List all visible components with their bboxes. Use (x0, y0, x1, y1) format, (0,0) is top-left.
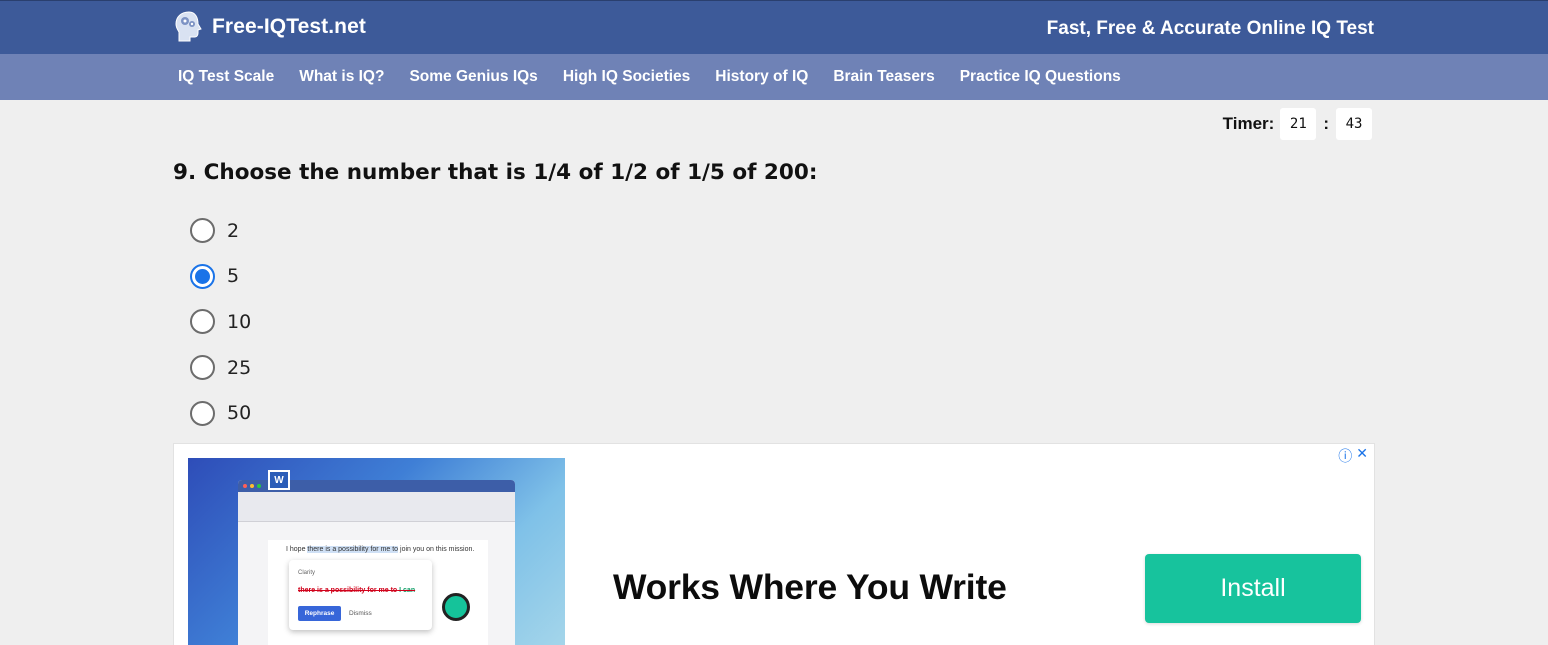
popup-suggestion: there is a possibility for me to I can (298, 587, 416, 594)
site-name[interactable]: Free-IQTest.net (212, 15, 366, 39)
popup-rephrase-button: Rephrase (298, 606, 341, 621)
site-header: Free-IQTest.net Fast, Free & Accurate On… (0, 0, 1548, 54)
answer-label[interactable]: 2 (227, 220, 239, 242)
nav-high-iq-societies[interactable]: High IQ Societies (563, 68, 690, 86)
main-nav: IQ Test Scale What is IQ? Some Genius IQ… (0, 54, 1548, 100)
answer-option[interactable]: 50 (190, 390, 251, 436)
answer-label[interactable]: 10 (227, 311, 251, 333)
nav-what-is-iq[interactable]: What is IQ? (299, 68, 384, 86)
info-icon[interactable]: ⓘ (1338, 446, 1352, 466)
word-icon: W (268, 470, 290, 490)
brain-head-icon (175, 11, 202, 42)
answer-label[interactable]: 50 (227, 402, 251, 424)
timer-separator: : (1323, 114, 1329, 133)
radio-button-selected[interactable] (190, 263, 215, 289)
ad-suggestion-popup: Clarity there is a possibility for me to… (289, 560, 432, 630)
ad-doc-text: I hope there is a possibility for me to … (286, 546, 475, 553)
answer-option[interactable]: 10 (190, 299, 251, 345)
answer-label[interactable]: 25 (227, 357, 251, 379)
nav-history-of-iq[interactable]: History of IQ (715, 68, 808, 86)
site-logo[interactable]: Free-IQTest.net (174, 11, 366, 43)
nav-brain-teasers[interactable]: Brain Teasers (833, 68, 934, 86)
timer-seconds: 43 (1336, 108, 1372, 140)
nav-iq-test-scale[interactable]: IQ Test Scale (178, 68, 274, 86)
answer-options: 2 5 10 25 50 (190, 208, 251, 436)
answer-label[interactable]: 5 (227, 265, 239, 287)
answer-option[interactable]: 25 (190, 345, 251, 391)
timer-label: Timer: (1222, 114, 1275, 133)
advertisement[interactable]: ⓘ ✕ W I hope there is a possibility for … (173, 443, 1375, 645)
question-text: 9. Choose the number that is 1/4 of 1/2 … (173, 160, 818, 185)
ad-headline[interactable]: Works Where You Write (613, 567, 1007, 608)
nav-some-genius-iqs[interactable]: Some Genius IQs (409, 68, 537, 86)
timer: Timer: 21 : 43 (1223, 108, 1372, 140)
answer-option[interactable]: 2 (190, 208, 251, 254)
ad-image[interactable]: W I hope there is a possibility for me t… (188, 458, 565, 645)
install-button[interactable]: Install (1145, 554, 1361, 623)
radio-button[interactable] (190, 400, 215, 426)
popup-dismiss-button: Dismiss (349, 610, 372, 617)
radio-button[interactable] (190, 309, 215, 335)
close-icon[interactable]: ✕ (1356, 446, 1368, 466)
site-tagline: Fast, Free & Accurate Online IQ Test (1046, 18, 1374, 39)
radio-button[interactable] (190, 218, 215, 244)
radio-button[interactable] (190, 355, 215, 381)
timer-minutes: 21 (1280, 108, 1317, 140)
grammarly-icon (442, 593, 470, 621)
popup-title: Clarity (298, 570, 316, 576)
nav-practice-iq-questions[interactable]: Practice IQ Questions (960, 68, 1121, 86)
answer-option[interactable]: 5 (190, 254, 251, 300)
